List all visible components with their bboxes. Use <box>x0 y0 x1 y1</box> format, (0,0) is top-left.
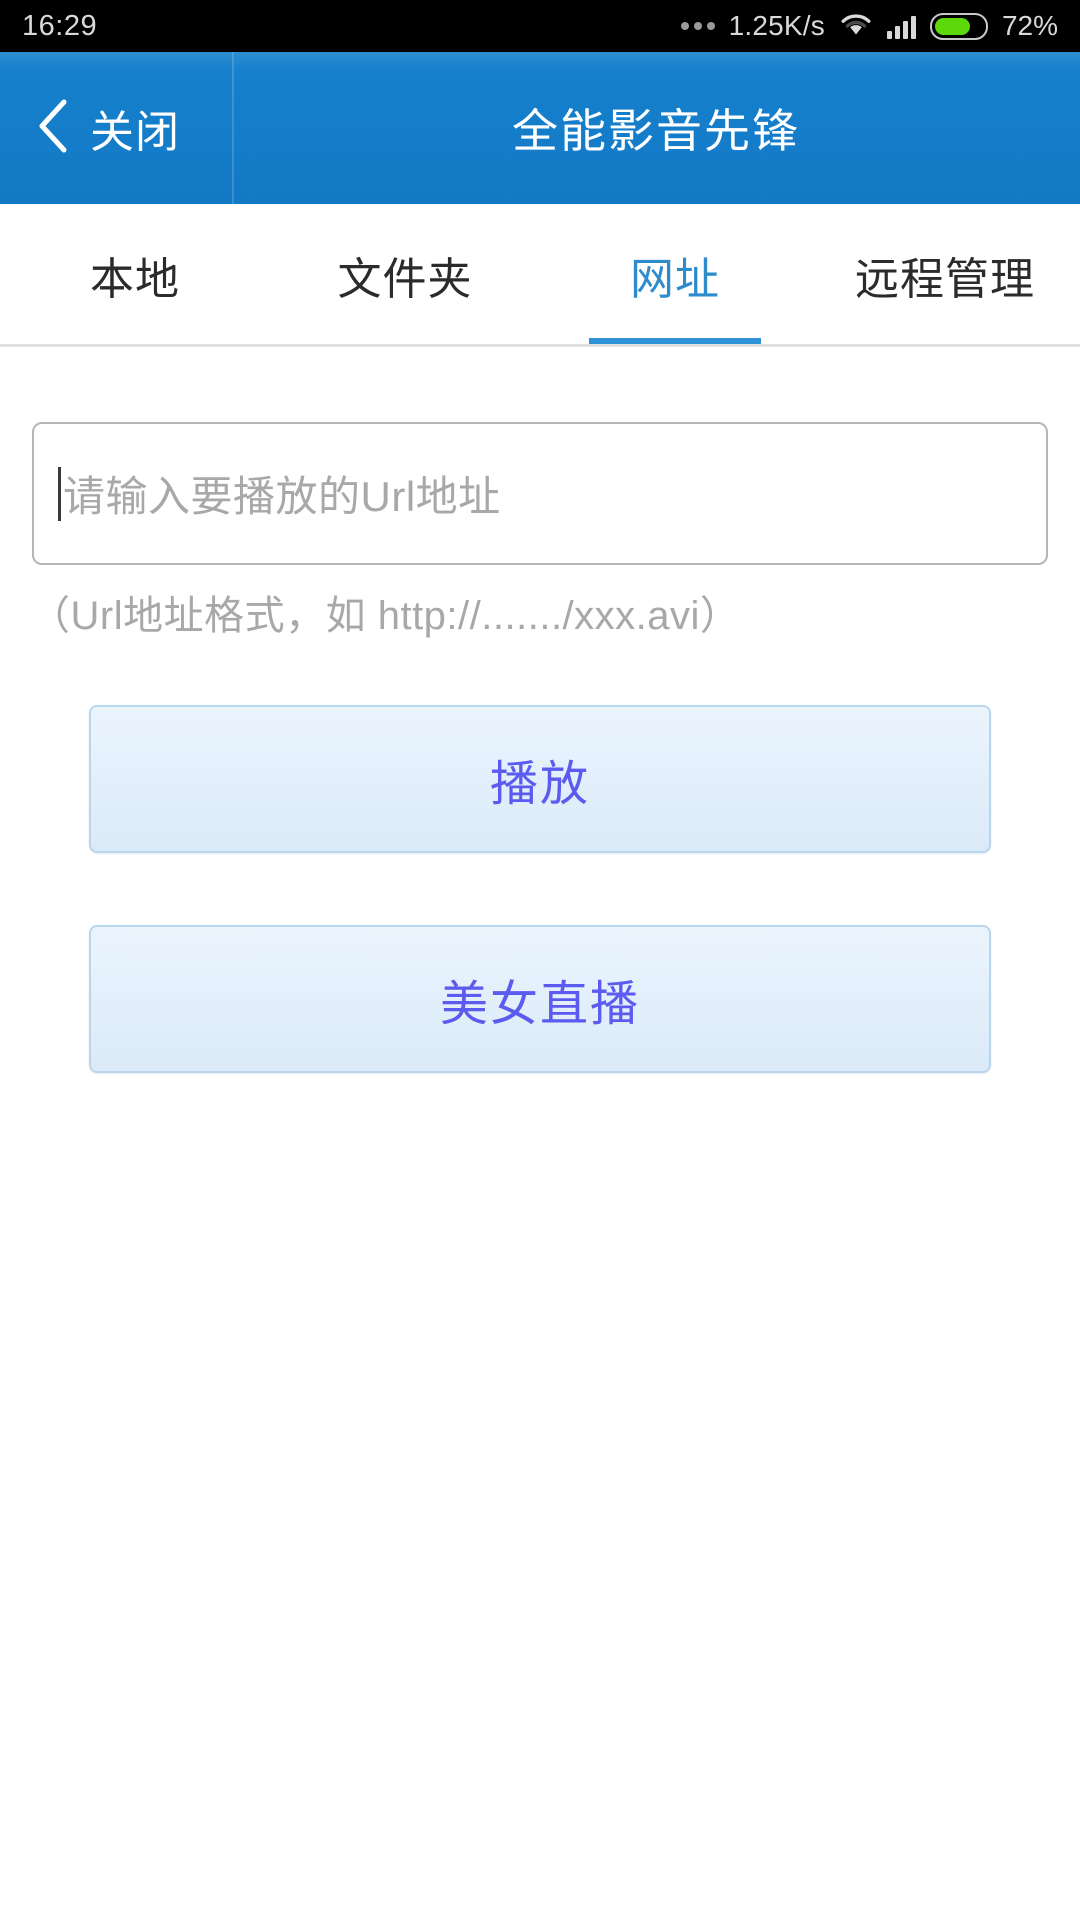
close-button[interactable]: 关闭 <box>0 52 232 204</box>
tab-remote-management-label: 远程管理 <box>855 255 1035 304</box>
tab-remote-management[interactable]: 远程管理 <box>810 204 1080 346</box>
more-dots-icon <box>680 22 715 30</box>
app-header: 关闭 全能影音先锋 <box>0 52 1080 204</box>
live-stream-button-label: 美女直播 <box>439 978 640 1031</box>
tab-bar: 本地 文件夹 网址 远程管理 <box>0 204 1080 346</box>
status-clock: 16:29 <box>22 9 98 42</box>
close-button-label: 关闭 <box>90 108 180 157</box>
tab-local-label: 本地 <box>90 255 180 304</box>
page-title: 全能影音先锋 <box>512 105 800 157</box>
battery-icon <box>929 12 988 40</box>
battery-percent-label: 72% <box>1001 10 1058 41</box>
url-format-hint: （Url地址格式，如 http://......./xxx.avi） <box>30 594 741 638</box>
tab-local[interactable]: 本地 <box>0 204 270 346</box>
play-button[interactable]: 播放 <box>89 705 991 853</box>
status-bar-right-group: 1.25K/s 72% <box>680 10 1058 42</box>
play-button-label: 播放 <box>489 758 590 811</box>
cellular-signal-icon <box>886 13 916 39</box>
url-input[interactable]: 请输入要播放的Url地址 <box>32 422 1048 565</box>
chevron-left-icon <box>36 98 70 159</box>
tab-url[interactable]: 网址 <box>540 204 810 346</box>
url-input-placeholder: 请输入要播放的Url地址 <box>63 473 501 520</box>
network-speed-label: 1.25K/s <box>728 10 825 41</box>
url-tab-panel: 请输入要播放的Url地址 （Url地址格式，如 http://......./x… <box>0 347 1080 1920</box>
live-stream-button[interactable]: 美女直播 <box>89 925 991 1073</box>
battery-fill <box>934 17 970 35</box>
wifi-icon <box>839 11 873 42</box>
tab-folder-label: 文件夹 <box>337 255 473 304</box>
tab-url-label: 网址 <box>630 255 720 304</box>
tab-folder[interactable]: 文件夹 <box>270 204 540 346</box>
status-bar: 16:29 1.25K/s 72% <box>0 0 1080 52</box>
text-caret <box>58 466 61 521</box>
